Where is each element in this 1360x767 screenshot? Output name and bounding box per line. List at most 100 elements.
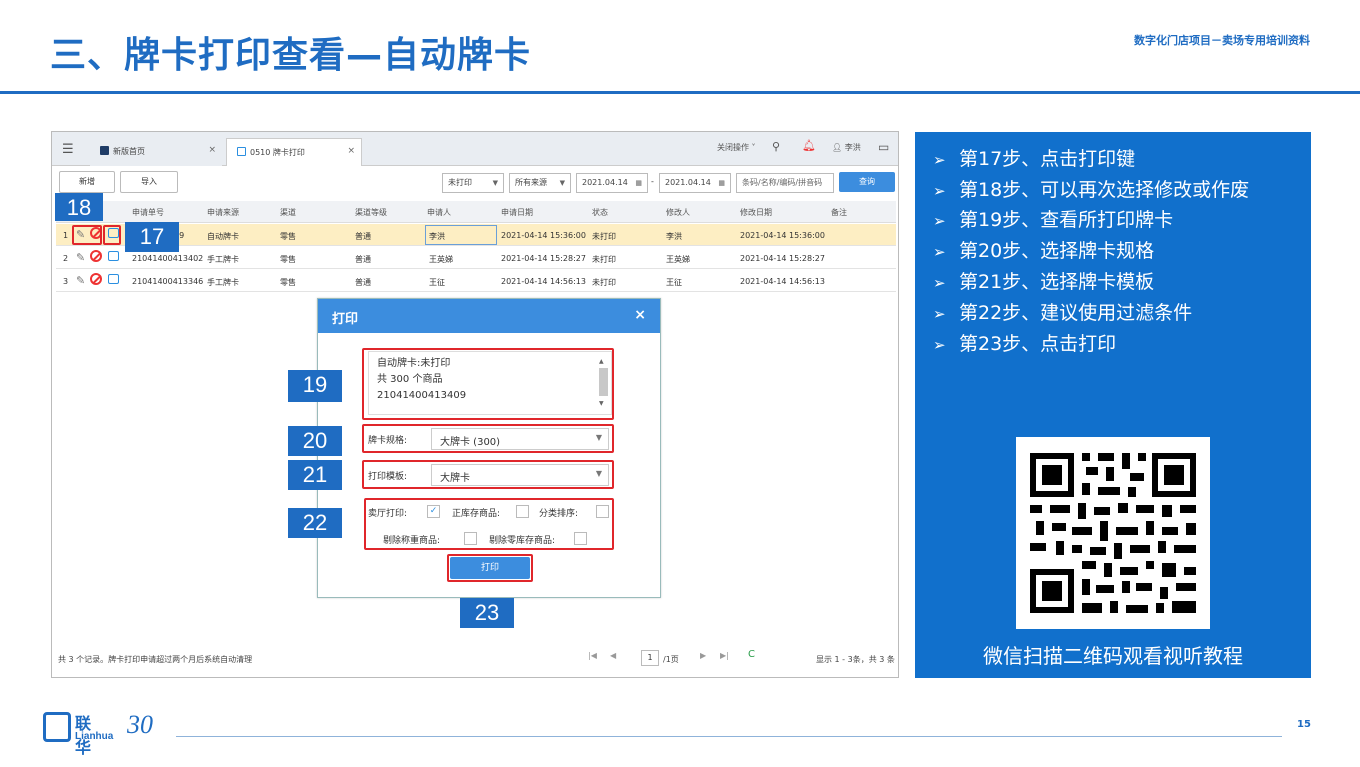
user-name: 李洪 — [844, 143, 861, 152]
print-button-highlight — [447, 554, 533, 582]
refresh-icon[interactable]: C — [748, 649, 755, 660]
last-page-icon[interactable]: ▶| — [720, 651, 729, 660]
row-channel: 零售 — [280, 232, 296, 241]
step-text: 第23步、点击打印 — [959, 333, 1117, 355]
bell-icon[interactable]: 🔔︎ — [802, 139, 816, 152]
column-header: 状态 — [592, 208, 608, 217]
step-item: ➢ 第21步、选择牌卡模板 — [933, 267, 1154, 294]
row-index: 3 — [63, 277, 69, 286]
column-header: 修改人 — [666, 208, 690, 217]
template-highlight — [362, 460, 614, 489]
row-date: 2021-04-14 15:28:27 — [501, 254, 586, 263]
page-number: 15 — [1297, 719, 1311, 730]
step-marker-18: 18 — [55, 193, 103, 221]
date-from-value: 2021.04.14 — [582, 178, 628, 187]
query-button[interactable]: 查询 — [839, 172, 895, 192]
date-from-input[interactable]: 2021.04.14 ▦ — [576, 173, 648, 193]
menu-icon[interactable]: ☰ — [62, 142, 74, 157]
chevron-down-icon: ▼ — [559, 179, 565, 187]
step-marker-17: 17 — [125, 222, 179, 252]
step-item: ➢ 第19步、查看所打印牌卡 — [933, 205, 1173, 232]
column-header: 修改日期 — [740, 208, 772, 217]
row-status: 未打印 — [592, 255, 616, 264]
column-header: 申请单号 — [132, 208, 164, 217]
row-mod-date: 2021-04-14 14:56:13 — [740, 277, 825, 286]
step-item: ➢ 第17步、点击打印键 — [933, 144, 1135, 171]
date-to-input[interactable]: 2021.04.14 ▦ — [659, 173, 731, 193]
search-icon[interactable]: ⚲ — [772, 140, 780, 153]
anniversary-30: 30 — [127, 710, 153, 739]
date-separator: - — [651, 177, 654, 186]
step-marker-19: 19 — [288, 370, 342, 402]
pencil-icon[interactable]: ✎ — [76, 274, 85, 287]
chevron-down-icon: ▼ — [492, 179, 498, 187]
row-status: 未打印 — [592, 232, 616, 241]
qr-code — [1016, 437, 1210, 629]
step-text: 第19步、查看所打印牌卡 — [959, 209, 1174, 231]
row-id: 21041400413346 — [132, 277, 204, 286]
step-item: ➢ 第23步、点击打印 — [933, 329, 1116, 356]
column-header: 渠道 — [280, 208, 296, 217]
calendar-icon: ▦ — [635, 179, 642, 187]
cancel-icon[interactable] — [90, 250, 102, 262]
step-marker-20: 20 — [288, 426, 342, 456]
step-text: 第22步、建议使用过滤条件 — [959, 302, 1193, 324]
import-button[interactable]: 导入 — [120, 171, 178, 193]
row-modifier: 王英娣 — [666, 255, 690, 264]
shield-icon — [237, 147, 246, 156]
tab-bar: ☰ 新版首页 × 0510 牌卡打印 × 关闭操作 ˅ ⚲ 🔔︎ 👤︎ 李洪 ▭ — [52, 132, 898, 166]
instruction-panel: ➢ 第17步、点击打印键 ➢ 第18步、可以再次选择修改或作废 ➢ 第19步、查看所打… — [915, 132, 1311, 678]
page-input[interactable]: 1 — [641, 650, 659, 666]
app-window: ☰ 新版首页 × 0510 牌卡打印 × 关闭操作 ˅ ⚲ 🔔︎ 👤︎ 李洪 ▭… — [51, 131, 899, 678]
record-note: 共 3 个记录。牌卡打印申请超过两个月后系统自动清理 — [58, 655, 253, 664]
user-menu[interactable]: 👤︎ 李洪 — [832, 142, 861, 153]
arrow-icon: ➢ — [933, 182, 946, 200]
new-button[interactable]: 新增 — [59, 171, 115, 193]
row-status: 未打印 — [592, 278, 616, 287]
edit-cancel-highlight — [72, 225, 102, 245]
header-divider — [0, 91, 1360, 94]
printer-icon[interactable] — [108, 274, 119, 284]
row-mod-date: 2021-04-14 15:36:00 — [740, 231, 825, 240]
close-icon[interactable]: × — [634, 307, 646, 323]
tab-close-icon[interactable]: × — [347, 146, 355, 156]
prev-page-icon[interactable]: ◀ — [610, 651, 616, 660]
step-text: 第18步、可以再次选择修改或作废 — [959, 179, 1250, 201]
table-row[interactable]: 1 ✎ 409 自动牌卡 零售 普通 李洪 2021-04-14 15:36:0… — [56, 224, 896, 246]
monitor-icon[interactable]: ▭ — [878, 140, 889, 154]
arrow-icon: ➢ — [933, 274, 946, 292]
row-level: 普通 — [355, 255, 371, 264]
cancel-icon[interactable] — [90, 273, 102, 285]
row-applicant: 王征 — [429, 278, 445, 287]
step-text: 第20步、选择牌卡规格 — [959, 240, 1155, 262]
qr-caption: 微信扫描二维码观看视听教程 — [983, 644, 1243, 668]
pencil-icon[interactable]: ✎ — [76, 251, 85, 264]
tab-card-print[interactable]: 0510 牌卡打印 × — [226, 138, 362, 166]
row-modifier: 王征 — [666, 278, 682, 287]
first-page-icon[interactable]: |◀ — [588, 651, 597, 660]
mail-icon — [100, 146, 109, 155]
column-header: 申请来源 — [207, 208, 239, 217]
dialog-header: 打印 × — [318, 299, 660, 333]
printer-icon[interactable] — [108, 251, 119, 261]
tab-close-icon[interactable]: × — [208, 145, 216, 155]
row-applicant: 王英娣 — [429, 255, 453, 264]
status-select[interactable]: 未打印 ▼ — [442, 173, 504, 193]
row-date: 2021-04-14 14:56:13 — [501, 277, 586, 286]
row-mod-date: 2021-04-14 15:28:27 — [740, 254, 825, 263]
row-modifier: 李洪 — [666, 232, 682, 241]
table-row[interactable]: 3 ✎ 21041400413346 手工牌卡 零售 普通 王征 2021-04… — [56, 270, 896, 292]
column-header: 申请日期 — [501, 208, 533, 217]
row-id: 21041400413402 — [132, 254, 204, 263]
table-row[interactable]: 2 ✎ 21041400413402 手工牌卡 零售 普通 王英娣 2021-0… — [56, 247, 896, 269]
tab-home[interactable]: 新版首页 × — [90, 138, 222, 166]
search-input[interactable]: 条码/名称/编码/拼音码 — [736, 173, 834, 193]
source-select[interactable]: 所有来源 ▼ — [509, 173, 571, 193]
step-marker-22: 22 — [288, 508, 342, 538]
row-level: 普通 — [355, 278, 371, 287]
arrow-icon: ➢ — [933, 151, 946, 169]
close-ops-menu[interactable]: 关闭操作 ˅ — [717, 142, 756, 153]
tab-card-print-label: 0510 牌卡打印 — [250, 148, 305, 157]
page-total: /1页 — [663, 655, 679, 664]
next-page-icon[interactable]: ▶ — [700, 651, 706, 660]
